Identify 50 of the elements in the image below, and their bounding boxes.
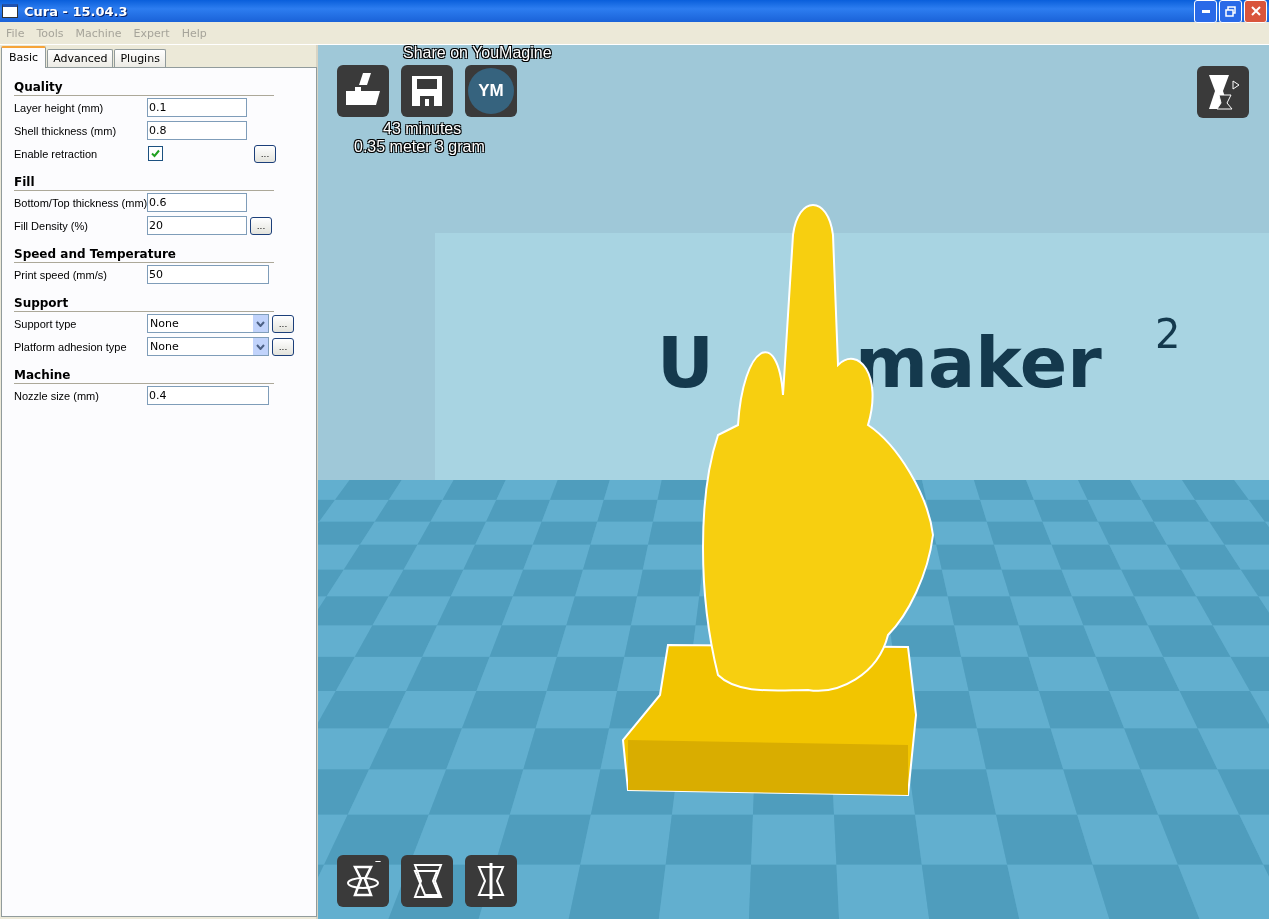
wall-logo-text: 2 xyxy=(1155,311,1181,357)
section-title: Speed and Temperature xyxy=(14,241,274,263)
field-label: Platform adhesion type xyxy=(14,340,128,353)
more-settings-button[interactable]: ... xyxy=(250,216,272,235)
text-field[interactable]: 50 xyxy=(147,265,269,284)
print-time: 43 minutes xyxy=(383,121,462,138)
save-button[interactable] xyxy=(401,65,453,117)
wall-logo-text: U xyxy=(657,328,714,398)
tab[interactable]: Advanced xyxy=(47,49,114,67)
field-label: Print speed (mm/s) xyxy=(14,268,108,281)
scale-button[interactable] xyxy=(401,855,453,907)
section-title: Fill xyxy=(14,169,274,191)
text-field[interactable]: 20 xyxy=(147,216,247,235)
field-label: Fill Density (%) xyxy=(14,219,89,232)
field-label: Shell thickness (mm) xyxy=(14,124,118,137)
app-icon xyxy=(2,4,18,18)
share-label: Share on YouMagine xyxy=(403,45,552,62)
text-field[interactable]: 0.6 xyxy=(147,193,247,212)
field-label: Nozzle size (mm) xyxy=(14,389,100,402)
more-settings-button[interactable]: ... xyxy=(272,314,294,333)
section-title: Quality xyxy=(14,74,274,96)
load-model-button[interactable] xyxy=(337,65,389,117)
dropdown[interactable]: None xyxy=(147,314,269,333)
dropdown[interactable]: None xyxy=(147,337,269,356)
field-label: Bottom/Top thickness (mm) xyxy=(14,196,147,209)
chevron-down-icon xyxy=(256,320,265,327)
more-settings-button[interactable]: ... xyxy=(254,144,276,163)
material-usage: 0.35 meter 3 gram xyxy=(354,139,485,156)
restore-icon[interactable] xyxy=(1219,0,1242,23)
minimize-icon[interactable] xyxy=(1194,0,1217,23)
field-label: Support type xyxy=(14,317,78,330)
section-title: Machine xyxy=(14,362,274,384)
close-icon[interactable] xyxy=(1244,0,1267,23)
section-title: Support xyxy=(14,290,274,312)
view-mode-button[interactable] xyxy=(1197,66,1249,118)
rotate-button[interactable] xyxy=(337,855,389,907)
mirror-button[interactable] xyxy=(465,855,517,907)
text-field[interactable]: 0.1 xyxy=(147,98,247,117)
field-label: Enable retraction xyxy=(14,147,99,160)
field-label: Layer height (mm) xyxy=(14,101,105,114)
wall-logo-text: maker xyxy=(855,328,1102,398)
tab[interactable]: Basic xyxy=(1,46,47,68)
more-settings-button[interactable]: ... xyxy=(272,337,294,356)
youmagine-button[interactable]: YM xyxy=(465,65,517,117)
chevron-down-icon xyxy=(256,343,265,350)
text-field[interactable]: 0.4 xyxy=(147,386,269,405)
window-title: Cura - 15.04.3 xyxy=(24,3,129,19)
text-field[interactable]: 0.8 xyxy=(147,121,247,140)
tab[interactable]: Plugins xyxy=(114,49,166,67)
checkbox[interactable] xyxy=(148,146,163,161)
